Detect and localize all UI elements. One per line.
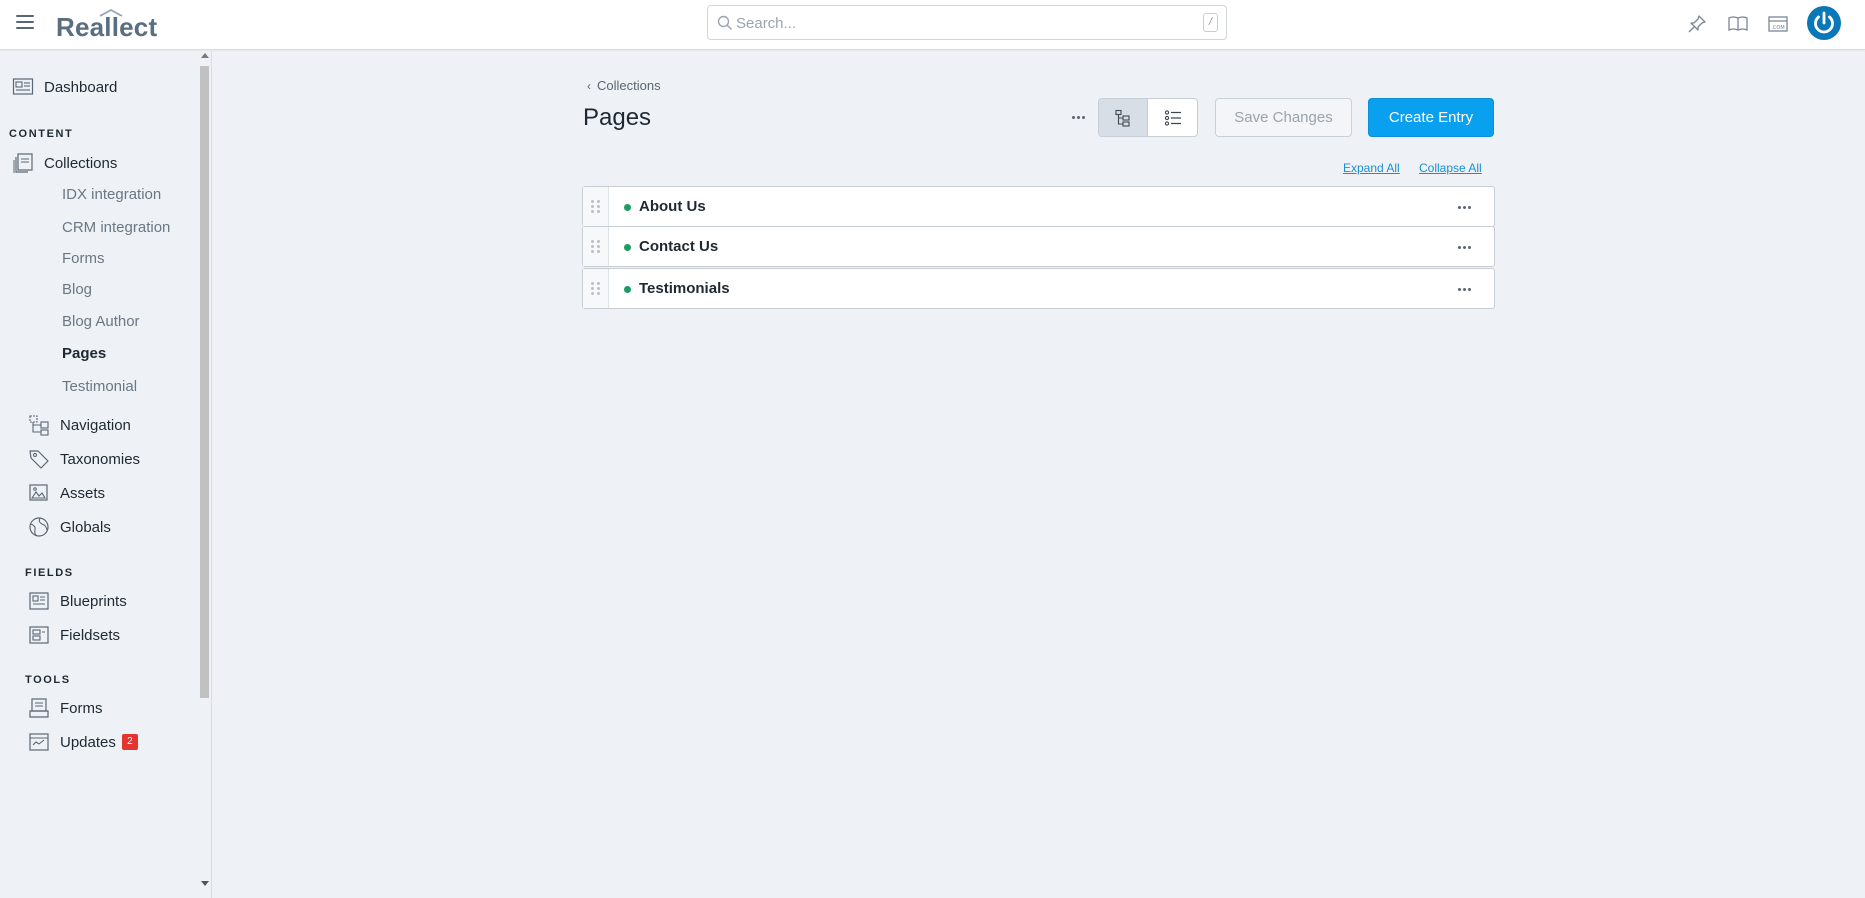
section-label-content: CONTENT [9, 128, 74, 140]
globe-icon [29, 517, 49, 537]
sidebar-item-label: Taxonomies [60, 450, 141, 468]
entry-title-link[interactable]: About Us [639, 198, 706, 215]
updates-icon [29, 733, 49, 751]
sidebar-item-label: Assets [60, 484, 106, 502]
breadcrumb-label: Collections [597, 78, 661, 93]
sidebar-item-blueprints[interactable]: Blueprints [28, 588, 127, 614]
ellipsis-icon [1457, 245, 1471, 249]
sidebar-subitem-idx-integration[interactable]: IDX integration [62, 184, 161, 206]
page-title: Pages [583, 104, 652, 131]
top-bar: Reallect / .COM [0, 0, 1865, 50]
expand-all-link[interactable]: Expand All [1343, 161, 1400, 175]
view-mode-toggle [1098, 98, 1198, 137]
book-icon[interactable] [1727, 13, 1749, 35]
published-status-dot [624, 286, 631, 293]
entry-title-link[interactable]: Testimonials [639, 280, 730, 297]
search-icon [717, 15, 732, 30]
published-status-dot [624, 204, 631, 211]
search-input[interactable] [736, 12, 1176, 34]
section-label-fields: FIELDS [25, 567, 74, 579]
hamburger-menu-icon[interactable] [16, 15, 34, 31]
list-view-button[interactable] [1148, 99, 1197, 136]
dashboard-icon [12, 78, 34, 95]
drag-handle-icon[interactable] [583, 227, 609, 266]
sidebar-item-taxonomies[interactable]: Taxonomies [28, 446, 140, 472]
drag-handle-icon[interactable] [583, 269, 609, 308]
sidebar-item-assets[interactable]: Assets [28, 480, 105, 506]
sidebar-subitem-pages[interactable]: Pages [62, 343, 106, 365]
search-shortcut-key: / [1203, 13, 1218, 32]
ellipsis-icon [1457, 205, 1471, 209]
site-icon[interactable]: .COM [1767, 13, 1789, 35]
sidebar-item-label: Dashboard [44, 78, 118, 96]
image-icon [29, 484, 48, 501]
sidebar-item-label: Blueprints [60, 592, 127, 610]
user-avatar[interactable] [1807, 6, 1841, 40]
sidebar-subitem-forms[interactable]: Forms [62, 248, 105, 270]
sidebar-item-dashboard[interactable]: Dashboard [12, 74, 117, 100]
sidebar-item-collections[interactable]: Collections [12, 150, 117, 176]
sidebar-item-label: Updates [60, 733, 116, 751]
save-changes-button[interactable]: Save Changes [1215, 98, 1352, 137]
blueprint-icon [29, 592, 49, 610]
sidebar-item-label: Forms [60, 699, 103, 717]
search-box[interactable]: / [707, 5, 1227, 40]
scroll-up-arrow-icon[interactable] [201, 53, 209, 58]
collapse-all-link[interactable]: Collapse All [1419, 161, 1482, 175]
row-actions-button[interactable] [1454, 282, 1474, 296]
sidebar-subitem-blog[interactable]: Blog [62, 279, 92, 301]
row-actions-button[interactable] [1454, 200, 1474, 214]
sidebar-subitem-crm-integration[interactable]: CRM integration [62, 217, 170, 239]
chevron-left-icon: ‹ [587, 78, 591, 93]
entry-title-link[interactable]: Contact Us [639, 238, 718, 255]
sidebar-item-globals[interactable]: Globals [28, 514, 111, 540]
section-label-tools: TOOLS [25, 674, 71, 686]
breadcrumb[interactable]: ‹ Collections [587, 78, 661, 93]
create-entry-button[interactable]: Create Entry [1368, 98, 1494, 137]
logo-roof-icon [99, 9, 123, 17]
sidebar-subitem-testimonial[interactable]: Testimonial [62, 376, 137, 398]
tree-row[interactable]: About Us [582, 186, 1495, 227]
sidebar-item-label: Collections [44, 154, 118, 172]
ellipsis-icon [1457, 287, 1471, 291]
sidebar-item-forms[interactable]: Forms [28, 695, 103, 721]
sidebar-scrollbar-thumb[interactable] [200, 66, 209, 698]
tree-view-icon [1115, 109, 1130, 127]
pin-icon[interactable] [1686, 13, 1708, 35]
list-view-icon [1164, 109, 1181, 126]
sidebar-item-label: Fieldsets [60, 626, 121, 644]
tree-row[interactable]: Contact Us [582, 226, 1495, 267]
drag-handle-icon[interactable] [583, 187, 609, 226]
sidebar-item-updates[interactable]: Updates 2 [28, 729, 138, 755]
updates-count-badge: 2 [121, 734, 138, 750]
tree-view-button[interactable] [1099, 99, 1148, 136]
more-actions-button[interactable] [1066, 104, 1090, 130]
power-avatar-icon [1814, 11, 1834, 34]
navigation-icon [29, 415, 49, 436]
sidebar-item-label: Navigation [60, 416, 131, 434]
scroll-down-arrow-icon[interactable] [201, 881, 209, 886]
svg-text:.COM: .COM [1771, 25, 1784, 31]
sidebar-subitem-blog-author[interactable]: Blog Author [62, 311, 140, 333]
ellipsis-icon [1071, 115, 1085, 119]
collections-icon [13, 153, 33, 173]
sidebar-item-fieldsets[interactable]: Fieldsets [28, 622, 120, 648]
tree-row[interactable]: Testimonials [582, 268, 1495, 309]
form-icon [29, 698, 49, 718]
sidebar-item-navigation[interactable]: Navigation [28, 412, 131, 438]
published-status-dot [624, 244, 631, 251]
row-actions-button[interactable] [1454, 240, 1474, 254]
fieldset-icon [29, 626, 49, 644]
sidebar [0, 51, 212, 898]
tag-icon [29, 450, 49, 469]
sidebar-item-label: Globals [60, 518, 111, 536]
